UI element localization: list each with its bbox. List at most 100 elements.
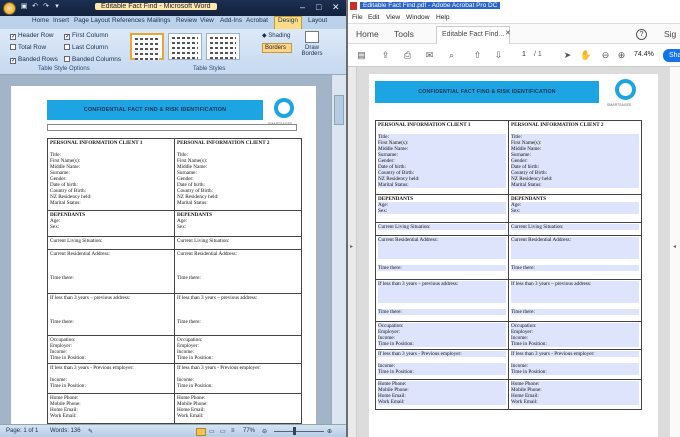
cell-client2-dependants[interactable]: DEPENDANTS Age: Sex: <box>174 210 302 237</box>
save-icon[interactable]: ▣ <box>20 3 28 11</box>
tab-document[interactable]: Editable Fact Find... <box>436 26 511 44</box>
zoom-out-icon[interactable]: ⊖ <box>600 50 611 61</box>
acrobat-document-area[interactable]: CONFIDENTIAL FACT FIND & RISK IDENTIFICA… <box>357 67 669 437</box>
cell-client1-employment[interactable]: Occupation: Employer: Income: Time in Po… <box>47 335 175 364</box>
email-icon[interactable]: ✉ <box>424 50 435 61</box>
proofing-icon[interactable]: ✎ <box>88 428 93 435</box>
form-field[interactable]: Work Email: <box>511 399 639 405</box>
page-count[interactable]: Page: 1 of 1 <box>6 428 38 434</box>
cell-client2-personal[interactable]: PERSONAL INFORMATION CLIENT 2 Title: Fir… <box>174 138 302 211</box>
next-page-icon[interactable]: ⇩ <box>493 50 504 61</box>
zoom-slider[interactable] <box>274 431 324 432</box>
minimize-icon[interactable]: – <box>300 2 305 12</box>
close-tab-icon[interactable]: ✕ <box>505 29 511 37</box>
zoom-slider-thumb[interactable] <box>293 427 296 435</box>
cell-client1-contact[interactable]: Home Phone: Mobile Phone: Home Email: Wo… <box>47 393 175 424</box>
table-style-swatch[interactable] <box>168 33 202 60</box>
tab-review[interactable]: Review <box>176 17 197 24</box>
form-field[interactable]: Marital Status: <box>511 182 639 188</box>
cell-client2-address[interactable]: Current Residential Address: Time there: <box>174 249 302 294</box>
form-field[interactable]: Marital Status: <box>378 182 506 188</box>
form-field[interactable]: Time in Position: <box>511 369 639 375</box>
close-icon[interactable]: ✕ <box>332 2 340 13</box>
word-vertical-scrollbar[interactable] <box>331 75 346 424</box>
menu-help[interactable]: Help <box>436 14 450 21</box>
maximize-icon[interactable]: □ <box>316 2 321 12</box>
hand-tool-icon[interactable]: ✋ <box>580 50 591 61</box>
form-field[interactable]: If less than 3 years – previous address: <box>511 281 639 303</box>
header-row-checkbox[interactable]: ✓ Header Row <box>10 32 54 40</box>
form-field[interactable]: Sex: <box>511 208 639 214</box>
form-field[interactable]: Current Living Situation: <box>511 224 639 230</box>
zoom-out-icon[interactable]: ⊖ <box>262 428 267 435</box>
upload-icon[interactable]: ⇪ <box>380 50 391 61</box>
cell-client2-employment[interactable]: Occupation: Employer: Income: Time in Po… <box>174 335 302 364</box>
form-field[interactable]: Current Living Situation: <box>378 224 506 230</box>
table-style-swatch[interactable] <box>130 33 164 60</box>
total-row-checkbox[interactable]: Total Row <box>10 44 46 51</box>
share-button[interactable]: Sha <box>663 49 680 62</box>
full-screen-view-icon[interactable]: ▭ <box>209 428 215 435</box>
form-field[interactable]: Time in Position: <box>378 341 506 347</box>
cell-client2-living[interactable]: Current Living Situation: <box>174 236 302 250</box>
form-field[interactable]: Time in Position: <box>511 341 639 347</box>
form-field[interactable]: Time there: <box>378 265 506 271</box>
form-field[interactable]: Time there: <box>511 309 639 315</box>
menu-window[interactable]: Window <box>406 14 429 21</box>
table-style-swatch[interactable] <box>206 33 240 60</box>
tab-design[interactable]: Design <box>274 16 302 29</box>
cell-client2-prev-address[interactable]: If less than 3 years – previous address:… <box>174 293 302 336</box>
save-icon[interactable]: ▤ <box>356 50 367 61</box>
expand-right-icon[interactable]: ◂ <box>673 243 676 250</box>
tab-view[interactable]: View <box>200 17 214 24</box>
cell-client1-prev-address[interactable]: If less than 3 years – previous address:… <box>47 293 175 336</box>
cell-client1-living[interactable]: Current Living Situation: <box>47 236 175 250</box>
tab-page-layout[interactable]: Page Layout <box>74 17 110 24</box>
tab-layout[interactable]: Layout <box>308 17 327 24</box>
undo-icon[interactable]: ↶ <box>31 3 39 11</box>
help-icon[interactable]: ? <box>636 29 647 40</box>
form-field[interactable]: Time there: <box>511 265 639 271</box>
page-number-input[interactable]: 1 <box>522 51 526 58</box>
form-field[interactable]: Work Email: <box>378 399 506 405</box>
word-count[interactable]: Words: 136 <box>50 428 81 434</box>
office-button[interactable] <box>3 2 16 15</box>
form-field[interactable]: Current Residential Address: <box>378 237 506 259</box>
menu-file[interactable]: File <box>352 14 363 21</box>
expand-left-icon[interactable]: ▸ <box>350 243 353 250</box>
previous-page-icon[interactable]: ⇧ <box>472 50 483 61</box>
tab-references[interactable]: References <box>112 17 145 24</box>
banded-columns-checkbox[interactable]: Banded Columns <box>64 56 121 63</box>
scroll-thumb[interactable] <box>334 95 344 125</box>
tab-tools[interactable]: Tools <box>394 29 414 39</box>
cell-client1-address[interactable]: Current Residential Address: Time there: <box>47 249 175 294</box>
tab-mailings[interactable]: Mailings <box>147 17 170 24</box>
print-layout-view-icon[interactable] <box>196 428 206 436</box>
text-input-box[interactable] <box>47 124 297 131</box>
form-field[interactable]: Sex: <box>378 208 506 214</box>
menu-edit[interactable]: Edit <box>368 14 379 21</box>
word-document-area[interactable]: CONFIDENTIAL FACT FIND & RISK IDENTIFICA… <box>0 75 346 424</box>
zoom-in-icon[interactable]: ⊕ <box>327 428 332 435</box>
left-panel-toggle[interactable]: ▸ <box>348 67 357 437</box>
form-field[interactable]: Time there: <box>378 309 506 315</box>
tab-insert[interactable]: Insert <box>53 17 69 24</box>
shading-button[interactable]: ◆ Shading <box>262 32 290 39</box>
form-field[interactable]: Current Residential Address: <box>511 237 639 259</box>
form-field[interactable]: If less than 3 years – previous address: <box>378 281 506 303</box>
cell-client2-prev-employer[interactable]: If less than 3 years - Previous employer… <box>174 363 302 394</box>
cell-client2-contact[interactable]: Home Phone: Mobile Phone: Home Email: Wo… <box>174 393 302 424</box>
cell-client1-personal[interactable]: PERSONAL INFORMATION CLIENT 1 Title: Fir… <box>47 138 175 211</box>
customize-quick-access-icon[interactable]: ▾ <box>53 3 61 11</box>
draw-borders-button[interactable]: Draw Borders <box>300 31 324 57</box>
last-column-checkbox[interactable]: Last Column <box>64 44 108 51</box>
print-icon[interactable]: ⎙ <box>402 50 413 61</box>
outline-view-icon[interactable]: ≡ <box>231 428 235 434</box>
tab-home[interactable]: Home <box>32 17 49 24</box>
right-panel-toggle[interactable]: ◂ <box>669 67 680 437</box>
tab-home[interactable]: Home <box>356 29 379 39</box>
search-icon[interactable]: ⌕ <box>446 50 457 61</box>
banded-rows-checkbox[interactable]: ✓ Banded Rows <box>10 56 58 64</box>
form-field[interactable]: Time in Position: <box>378 369 506 375</box>
tab-acrobat[interactable]: Acrobat <box>246 17 268 24</box>
